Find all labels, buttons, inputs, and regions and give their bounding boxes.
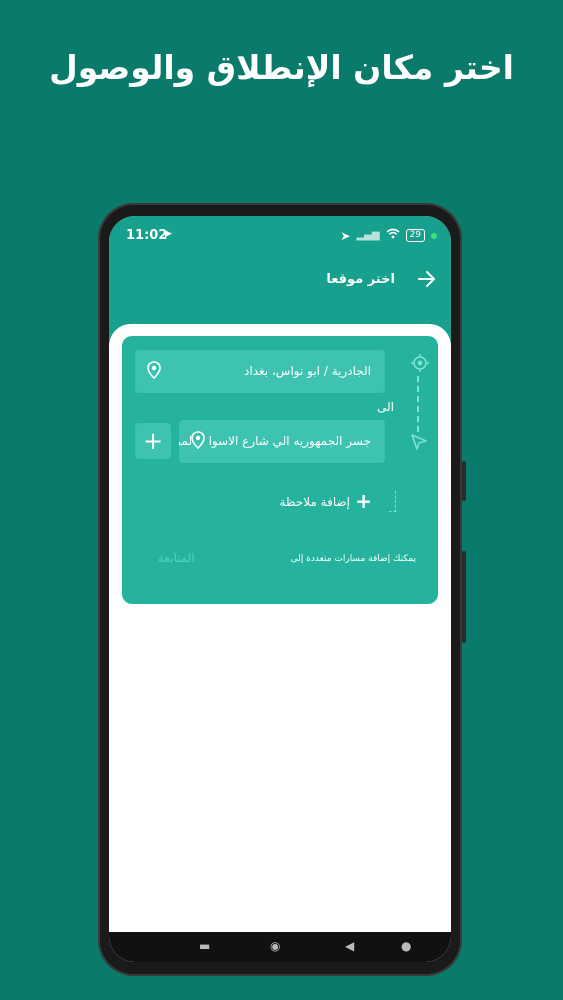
to-label: الى <box>377 400 394 414</box>
multi-route-hint: يمكنك إضافة مسارات متعددة إلى <box>290 554 416 564</box>
continue-button[interactable]: المتابعة <box>158 551 195 565</box>
destination-arrow-icon <box>410 433 428 455</box>
status-time: 11:02 <box>126 228 168 243</box>
power-button <box>462 551 466 643</box>
add-stop-button[interactable]: + <box>135 423 171 459</box>
add-note-label: إضافة ملاحظة <box>279 495 350 509</box>
home-icon[interactable]: ◉ <box>270 939 280 953</box>
app-bar: اختر موقعا <box>109 266 451 296</box>
origin-field[interactable]: الجادرية / ابو نواس، بغداد <box>135 350 385 393</box>
navigation-icon: ➤ <box>340 228 351 243</box>
wifi-icon <box>386 228 400 243</box>
volume-button <box>462 461 466 501</box>
plus-icon: + <box>355 489 372 513</box>
page-title: اختر موقعا <box>326 272 395 287</box>
battery-indicator: 29 <box>405 229 425 242</box>
status-icons: ➤ ▂▄▆ 29 <box>340 228 437 243</box>
note-connector <box>389 491 396 512</box>
promo-headline: اختر مكان الإنطلاق والوصول <box>49 48 514 87</box>
location-pin-icon <box>147 361 161 382</box>
destination-field[interactable]: جسر الجمهوريه الي شارع الاسواق المركزيه،… <box>179 420 385 463</box>
assistant-icon[interactable]: ● <box>401 939 411 953</box>
origin-target-icon <box>410 353 430 377</box>
signal-icon: ▂▄▆ <box>356 230 380 241</box>
system-nav-bar: ▬ ◉ ◀ ● <box>109 932 451 962</box>
route-connector <box>417 376 419 432</box>
status-bar: 11:02 ▶ ➤ ▂▄▆ 29 <box>109 216 451 256</box>
phone-frame: 11:02 ▶ ➤ ▂▄▆ 29 اختر موقعا الجادرية / ا… <box>98 203 466 976</box>
recents-icon[interactable]: ▬ <box>199 939 210 953</box>
status-dot <box>431 232 437 239</box>
location-pin-icon <box>191 431 209 452</box>
route-card: الجادرية / ابو نواس، بغداد الى + جسر الج… <box>122 336 438 604</box>
phone-screen: 11:02 ▶ ➤ ▂▄▆ 29 اختر موقعا الجادرية / ا… <box>109 216 451 962</box>
arrow-right-icon[interactable] <box>417 269 437 293</box>
back-triangle-icon[interactable]: ◀ <box>345 939 354 953</box>
plus-icon: + <box>142 427 164 455</box>
bottom-sheet: الجادرية / ابو نواس، بغداد الى + جسر الج… <box>109 324 451 962</box>
play-icon: ▶ <box>165 229 172 239</box>
origin-value: الجادرية / ابو نواس، بغداد <box>244 364 371 378</box>
add-note-button[interactable]: + إضافة ملاحظة <box>122 489 438 521</box>
